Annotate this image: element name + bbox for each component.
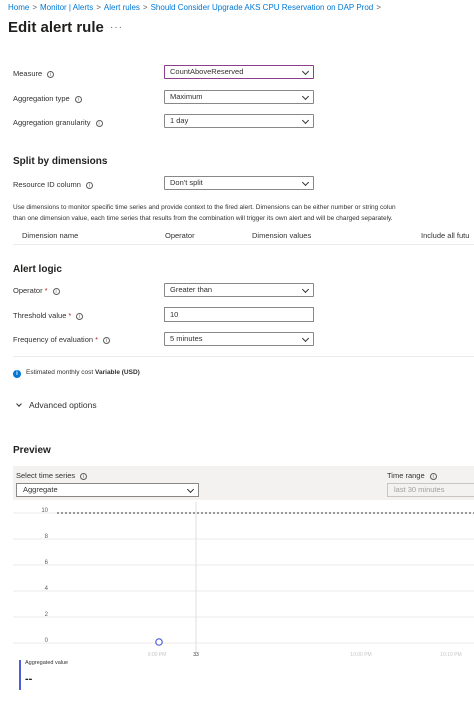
resource-id-label: Resource ID column i [13,180,93,189]
time-series-label: Select time series i [16,471,88,480]
operator-label: Operator * i [13,286,60,295]
operator-dropdown[interactable]: Greater than [164,283,314,297]
resource-id-label-text: Resource ID column [13,180,81,189]
frequency-label: Frequency of evaluation * i [13,335,110,344]
aggregation-type-label: Aggregation type i [13,94,82,103]
time-series-label-text: Select time series [16,471,76,480]
info-icon[interactable]: i [47,71,55,78]
chevron-down-icon [186,485,195,494]
column-dimension-values: Dimension values [252,231,312,240]
breadcrumb-alert-rules[interactable]: Alert rules [104,3,140,12]
measure-dropdown[interactable]: CountAboveReserved [164,65,314,79]
preview-controls: Select time series i Aggregate Time range… [13,466,474,500]
threshold-input[interactable]: 10 [164,307,314,322]
dimensions-description-line: than one dimension value, each time seri… [13,215,393,222]
x-tick-label: 9:00 PM [148,652,167,658]
estimated-cost: i Estimated monthly cost Variable (USD) [13,369,140,378]
alert-logic-title: Alert logic [13,264,62,275]
legend-color-bar [19,660,21,690]
breadcrumb-monitor-alerts[interactable]: Monitor | Alerts [40,3,93,12]
preview-chart: 10864209:00 PM 33 10:00 PM 10:10 PM [13,502,474,658]
operator-label-text: Operator [13,286,43,295]
aggregation-type-value: Maximum [170,92,203,101]
chevron-down-icon [301,178,310,187]
column-operator: Operator [165,231,195,240]
time-range-dropdown: last 30 minutes [387,483,474,497]
info-icon[interactable]: i [52,288,60,295]
legend-series-name: Aggregated value [25,660,69,666]
resource-id-dropdown[interactable]: Don't split [164,176,314,190]
breadcrumb-rule-name[interactable]: Should Consider Upgrade AKS CPU Reservat… [151,3,374,12]
breadcrumb-separator: > [376,3,381,12]
chevron-down-icon [301,285,310,294]
preview-title: Preview [13,445,51,456]
advanced-options-toggle[interactable]: Advanced options [13,400,97,410]
divider [13,244,474,245]
divider [13,356,474,357]
frequency-value: 5 minutes [170,334,203,343]
info-filled-icon: i [13,370,21,378]
frequency-dropdown[interactable]: 5 minutes [164,332,314,346]
advanced-options-label: Advanced options [29,400,97,410]
chevron-down-icon [16,401,22,407]
required-marker: * [95,335,98,344]
x-tick-label: 10:10 PM [440,652,461,658]
aggregation-granularity-label: Aggregation granularity i [13,118,103,127]
time-series-value: Aggregate [23,485,58,494]
info-icon[interactable]: i [429,473,437,480]
required-marker: * [68,311,72,320]
y-tick-label: 10 [41,508,48,514]
breadcrumb-separator: > [32,3,38,12]
threshold-label-text: Threshold value [13,311,67,320]
time-series-dropdown[interactable]: Aggregate [16,483,199,497]
more-options-icon[interactable]: ··· [110,22,123,33]
info-icon[interactable]: i [80,473,88,480]
dimensions-description-line: Use dimensions to monitor specific time … [13,204,396,211]
breadcrumb: Home > Monitor | Alerts > Alert rules > Should… [8,3,384,12]
split-by-dimensions-title: Split by dimensions [13,156,108,167]
estimated-cost-label: Estimated monthly cost [26,369,94,376]
estimated-cost-value: Variable (USD) [95,369,140,376]
chevron-down-icon [301,334,310,343]
time-range-label-text: Time range [387,471,425,480]
chevron-down-icon [301,116,310,125]
breadcrumb-separator: > [96,3,101,12]
aggregation-type-dropdown[interactable]: Maximum [164,90,314,104]
aggregation-granularity-label-text: Aggregation granularity [13,118,91,127]
data-point [155,638,163,646]
column-include-all-future: Include all futu [421,231,470,240]
page-title: Edit alert rule [8,19,104,36]
info-icon[interactable]: i [76,313,84,320]
operator-value: Greater than [170,285,213,294]
frequency-label-text: Frequency of evaluation [13,335,94,344]
measure-value: CountAboveReserved [170,67,244,76]
breadcrumb-home[interactable]: Home [8,3,29,12]
info-icon[interactable]: i [102,337,110,344]
info-icon[interactable]: i [74,96,82,103]
x-tick-label: 33 [193,652,199,658]
aggregation-granularity-value: 1 day [170,116,189,125]
column-dimension-name: Dimension name [22,231,79,240]
aggregation-granularity-dropdown[interactable]: 1 day [164,114,314,128]
aggregation-type-label-text: Aggregation type [13,94,70,103]
dimensions-description: Use dimensions to monitor specific time … [13,202,474,224]
measure-label-text: Measure [13,69,43,78]
info-icon[interactable]: i [95,120,103,127]
x-tick-label: 10:00 PM [350,652,371,658]
threshold-label: Threshold value * i [13,311,84,320]
required-marker: * [44,286,48,295]
measure-label: Measure i [13,69,55,78]
chevron-down-icon [301,92,310,101]
info-icon[interactable]: i [85,182,93,189]
legend-series-value: -- [25,673,33,685]
chevron-down-icon [301,67,310,76]
resource-id-value: Don't split [170,178,203,187]
time-range-label: Time range i [387,471,437,480]
breadcrumb-separator: > [142,3,148,12]
